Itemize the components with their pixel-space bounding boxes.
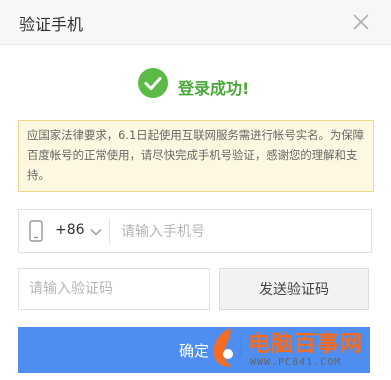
- chevron-down-icon[interactable]: [89, 224, 103, 238]
- success-row: 登录成功!: [0, 68, 391, 102]
- phone-input[interactable]: [119, 216, 363, 248]
- country-code-select[interactable]: +86: [55, 222, 85, 238]
- watermark: 电脑百事网 WWW.PC841.COM: [208, 322, 391, 378]
- send-code-button[interactable]: 发送验证码: [219, 268, 369, 310]
- dialog-title: 验证手机: [19, 15, 84, 34]
- dialog-header: 验证手机: [0, 0, 391, 45]
- divider: [109, 219, 110, 243]
- watermark-url: WWW.PC841.COM: [250, 357, 342, 368]
- check-circle-icon: [138, 68, 168, 98]
- mobile-phone-icon: [29, 220, 43, 242]
- notice-box: 应国家法律要求，6.1日起使用互联网服务需进行帐号实名。为保障百度帐号的正常使用…: [18, 120, 374, 192]
- success-message: 登录成功!: [178, 79, 250, 98]
- pc841-logo-icon: [208, 326, 248, 370]
- verify-phone-dialog: 验证手机 登录成功! 应国家法律要求，6.1日起使用互联网服务需进行帐号实名。为…: [0, 0, 391, 380]
- phone-field: +86: [18, 209, 372, 253]
- close-icon[interactable]: [350, 11, 372, 33]
- verification-code-input[interactable]: [18, 268, 210, 310]
- watermark-title: 电脑百事网: [248, 332, 364, 357]
